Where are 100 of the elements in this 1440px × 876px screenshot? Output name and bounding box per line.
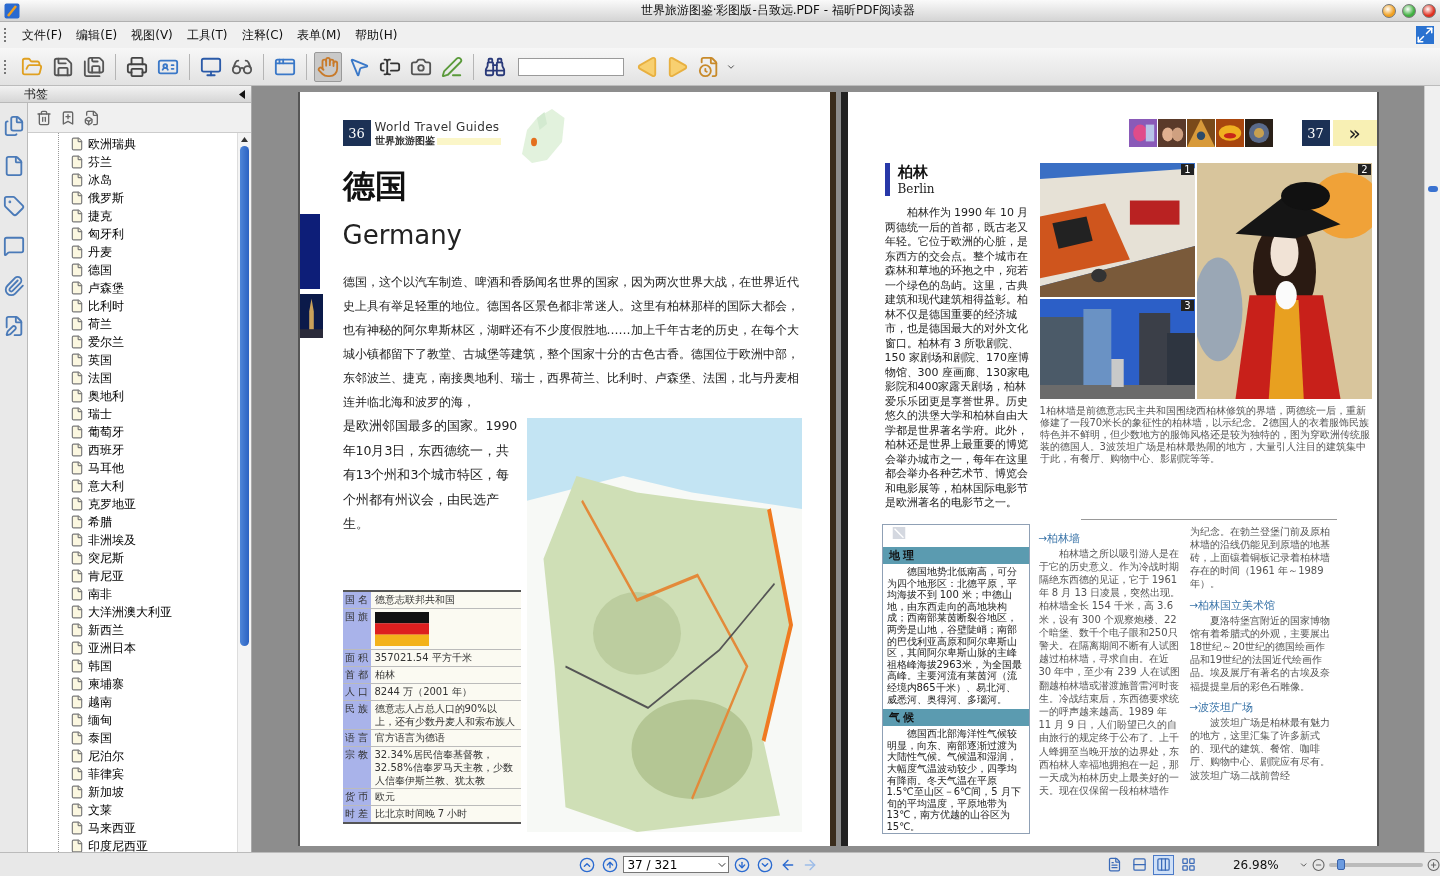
zoom-out-icon[interactable] — [1312, 857, 1326, 872]
restore-icon[interactable] — [1416, 26, 1434, 44]
comment-icon[interactable] — [2, 235, 25, 257]
menu-item[interactable]: 注释(C) — [234, 23, 291, 47]
slider-thumb[interactable] — [1337, 858, 1346, 870]
minimize-button[interactable] — [1382, 3, 1396, 18]
bookmark-item[interactable]: 马耳他 — [66, 459, 237, 477]
bookmark-item[interactable]: 肯尼亚 — [66, 567, 237, 585]
menu-item[interactable]: 工具(T) — [179, 23, 235, 47]
page-icon — [70, 227, 84, 241]
page-field[interactable]: 37 / 321 — [623, 856, 729, 873]
bookmark-item[interactable]: 新加坡 — [66, 783, 237, 801]
page-icon — [70, 677, 84, 691]
body-text: 是欧洲邻国最多的国家。1990年10月3日，东西德统一，共有13个州和3个城市特区，每个州都有州议会，由民选产生。 — [342, 417, 519, 533]
tag-icon[interactable] — [2, 195, 25, 217]
bookmark-item[interactable]: 芬兰 — [66, 153, 237, 171]
bookmark-item[interactable]: 捷克 — [66, 207, 237, 225]
scrollbar-thumb[interactable] — [1427, 186, 1438, 192]
pages-icon[interactable] — [2, 115, 25, 137]
bookmark-item[interactable]: 冰岛 — [66, 171, 237, 189]
bookmark-item[interactable]: 比利时 — [66, 297, 237, 315]
bookmark-item[interactable]: 爱尔兰 — [66, 333, 237, 351]
facing-button[interactable] — [1153, 854, 1175, 875]
box-text: 德国西北部海洋性气候较明显，向东、南部逐渐过渡为大陆性气候。气候温和湿润，大幅度气温波动较少，四季均有降雨。冬天气温在平原 1.5℃至山区－6℃间，5 月下旬的平均温度，平原地带为 13℃，南方优越的山谷区为 15℃。 — [885, 728, 1022, 833]
page-icon — [70, 155, 84, 169]
bookmark-item[interactable]: 文莱 — [66, 801, 237, 819]
menu-item[interactable]: 视图(V) — [124, 23, 180, 47]
series-subtitle: 世界旅游图鉴 — [374, 134, 435, 148]
first-page-icon — [579, 856, 596, 873]
bookmark-item[interactable]: 英国 — [66, 351, 237, 369]
bookmark-item[interactable]: 荷兰 — [66, 315, 237, 333]
bookmark-item[interactable]: 非洲埃及 — [66, 531, 237, 549]
hand-button[interactable] — [314, 51, 342, 82]
bookmark-item[interactable]: 希腊 — [66, 513, 237, 531]
menu-item[interactable]: 编辑(E) — [69, 23, 125, 47]
page-icon — [70, 623, 84, 637]
bookmark-item[interactable]: 俄罗斯 — [66, 189, 237, 207]
delete-icon[interactable] — [36, 109, 52, 126]
bookmark-item[interactable]: 韩国 — [66, 657, 237, 675]
page-icon — [70, 605, 84, 619]
bookmark-item[interactable]: 匈牙利 — [66, 225, 237, 243]
page-icon — [70, 785, 84, 799]
bookmark-item[interactable]: 尼泊尔 — [66, 747, 237, 765]
properties-icon[interactable] — [84, 109, 100, 126]
page-icon — [70, 137, 84, 151]
grid-icon — [1181, 857, 1197, 872]
bookmark-item[interactable]: 新西兰 — [66, 621, 237, 639]
body-text: 为纪念。在勃兰登堡门前及原柏林墙的沿线仍能见到原墙的地基砖，上面镶着铜板记录着柏林墙存在的时间（1961 年～1989 年）。 — [1189, 524, 1331, 591]
add-bookmark-icon[interactable] — [60, 109, 76, 126]
previous-page-icon — [602, 856, 619, 873]
fact-label: 国 旗 — [342, 609, 371, 649]
panel-title: 书签 — [24, 85, 48, 103]
single-page-icon — [1106, 857, 1122, 872]
continuous-icon — [1131, 857, 1147, 872]
bookmark-item[interactable]: 法国 — [66, 369, 237, 387]
page-icon — [70, 587, 84, 601]
bookmark-item[interactable]: 德国 — [66, 261, 237, 279]
paperclip-icon[interactable] — [2, 275, 25, 297]
bookmark-item[interactable]: 缅甸 — [66, 711, 237, 729]
header-bar — [436, 137, 501, 145]
menu-item[interactable]: 文件(F) — [15, 23, 70, 47]
bookmark-item[interactable]: 西班牙 — [66, 441, 237, 459]
page-subtitle: Germany — [342, 222, 463, 248]
box-heading: 气 候 — [882, 709, 1029, 727]
bookmark-item[interactable]: 葡萄牙 — [66, 423, 237, 441]
menu-item[interactable]: 帮助(H) — [347, 23, 405, 47]
collapse-icon[interactable] — [239, 89, 245, 99]
bookmark-item[interactable]: 瑞士 — [66, 405, 237, 423]
bookmark-item[interactable]: 亚洲日本 — [66, 639, 237, 657]
bookmark-item[interactable]: 意大利 — [66, 477, 237, 495]
bookmark-item[interactable]: 大洋洲澳大利亚 — [66, 603, 237, 621]
body-text: 柏林作为 1990 年 10 月两德统一后的首都，既古老又年轻。它位于欧洲的心脏，是东西方的交会点。整个城市在森林和草地的环抱之中，宛若一个绿色的岛屿。这里，古典建筑和现代建筑相得益彰。柏林不仅是德国重要的经济城市，也是德国最大的对外文化窗口。柏林有 3 所歌剧院、150 家剧场和剧院、170座博物馆、300 座画廊、130家电影院和400家露天剧场，柏林爱乐乐团更是享誉世界。历史悠久的洪堡大学和柏林自由大学都是世界著名学府。此外，柏林还是世界上最重要的博览会举办城市之一，每年在这里都会举办各种艺术节、博览会和电影展等，柏林国际电影节是欧洲著名的电影节之一。 — [884, 206, 1030, 511]
menu-item[interactable]: 表单(M) — [290, 23, 348, 47]
close-button[interactable] — [1422, 3, 1436, 18]
zoom-slider[interactable] — [1329, 862, 1423, 867]
bookmark-item[interactable]: 奥地利 — [66, 387, 237, 405]
bookmark-item[interactable]: 突尼斯 — [66, 549, 237, 567]
scrollbar-thumb[interactable] — [240, 146, 249, 646]
save-icon — [52, 55, 74, 78]
bookmark-item[interactable]: 南非 — [66, 585, 237, 603]
bookmark-item[interactable]: 卢森堡 — [66, 279, 237, 297]
page-icon — [70, 353, 84, 367]
zoom-in-icon[interactable] — [1426, 857, 1440, 872]
bookmark-item[interactable]: 柬埔寨 — [66, 675, 237, 693]
bookmark-item[interactable]: 越南 — [66, 693, 237, 711]
bookmark-item[interactable]: 克罗地亚 — [66, 495, 237, 513]
bookmark-item[interactable]: 丹麦 — [66, 243, 237, 261]
page-icon — [70, 281, 84, 295]
bookmark-item[interactable]: 马来西亚 — [66, 819, 237, 837]
page-icon — [70, 767, 84, 781]
bookmark-item[interactable]: 欧洲瑞典 — [66, 135, 237, 153]
scroll-up-icon[interactable] — [241, 137, 248, 142]
maximize-button[interactable] — [1402, 3, 1416, 18]
bookmark-item[interactable]: 菲律宾 — [66, 765, 237, 783]
page-icon — [70, 299, 84, 313]
search-field[interactable] — [518, 57, 624, 76]
flag-drawing — [374, 612, 429, 646]
bookmark-item[interactable]: 泰国 — [66, 729, 237, 747]
fact-label: 语 言 — [342, 730, 371, 746]
monitor-icon — [200, 55, 222, 78]
